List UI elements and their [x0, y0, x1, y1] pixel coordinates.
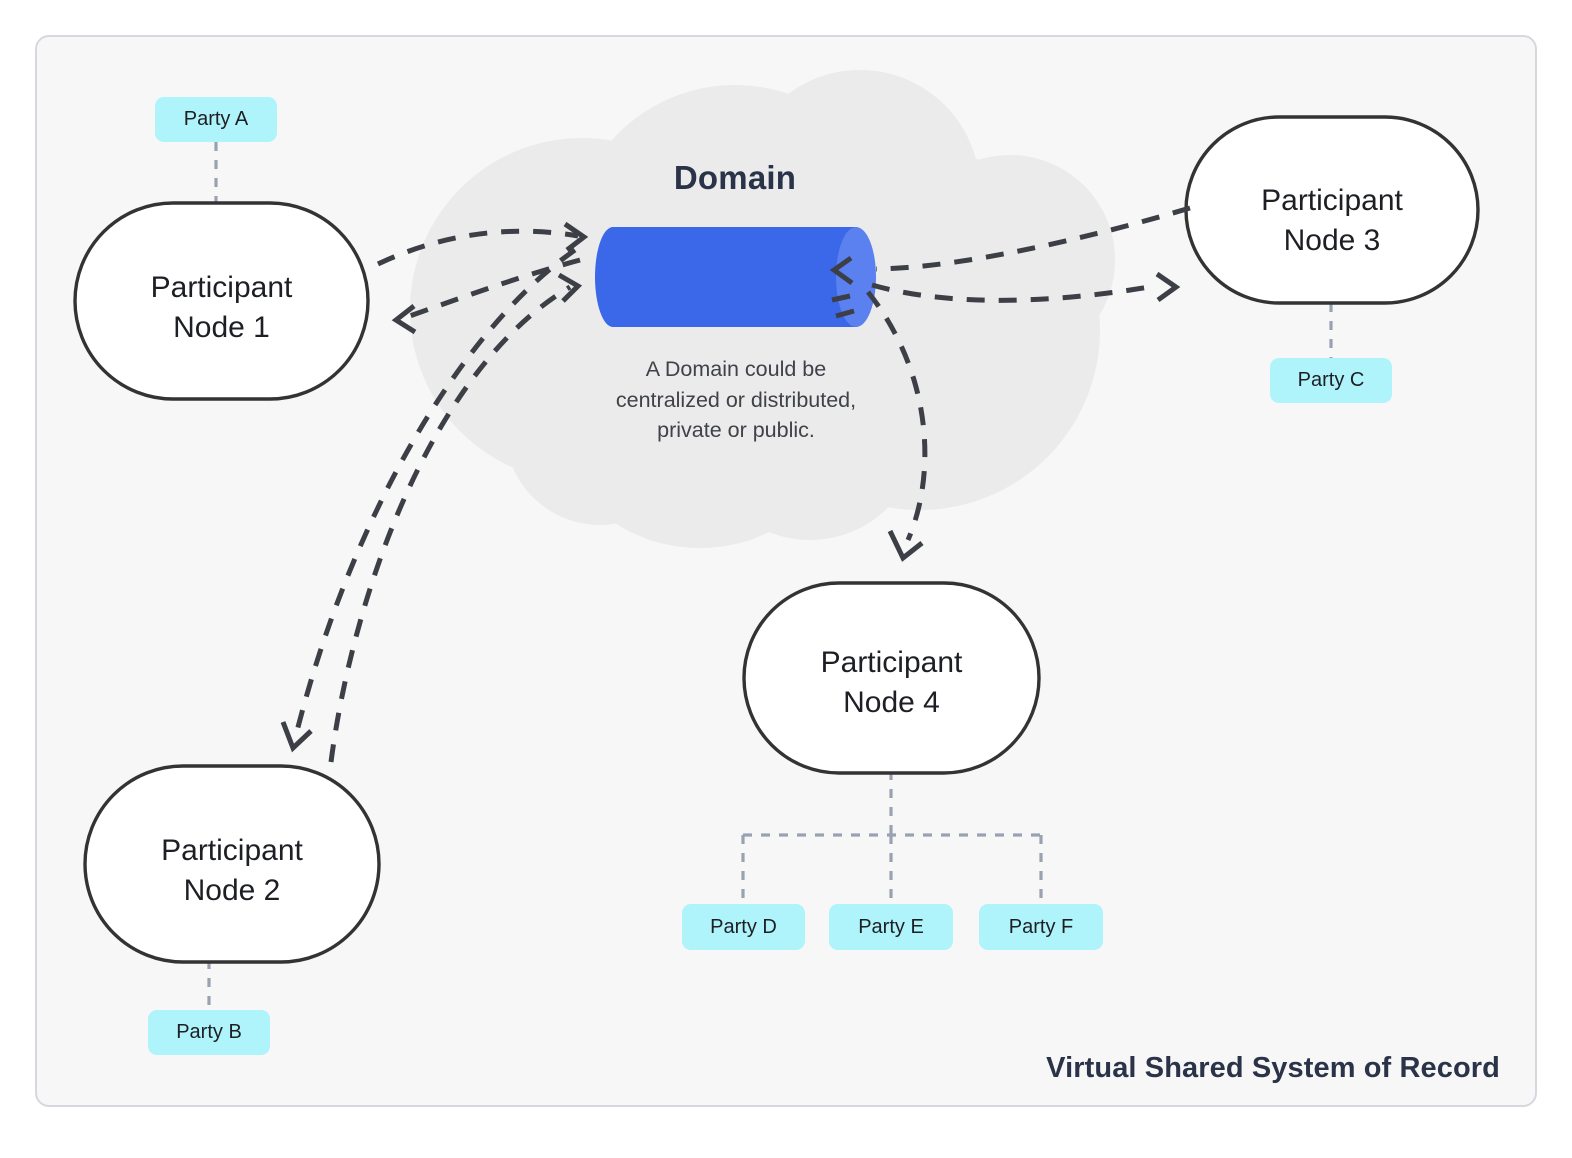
domain-caption: A Domain could be centralized or distrib…	[615, 357, 857, 443]
party-chip-f[interactable]: Party F	[979, 904, 1103, 950]
party-chip-b[interactable]: Party B	[148, 1010, 270, 1055]
party-chip-e[interactable]: Party E	[829, 904, 953, 950]
party-chip-a[interactable]: Party A	[155, 97, 277, 142]
party-chip-c[interactable]: Party C	[1270, 358, 1392, 403]
domain-title: Domain	[673, 159, 797, 196]
footer-caption: Virtual Shared System of Record	[1046, 1052, 1500, 1084]
party-chip-d[interactable]: Party D	[682, 904, 805, 950]
diagram-canvas: Participant Node 1 Participant Node 2 Pa…	[0, 0, 1572, 1158]
